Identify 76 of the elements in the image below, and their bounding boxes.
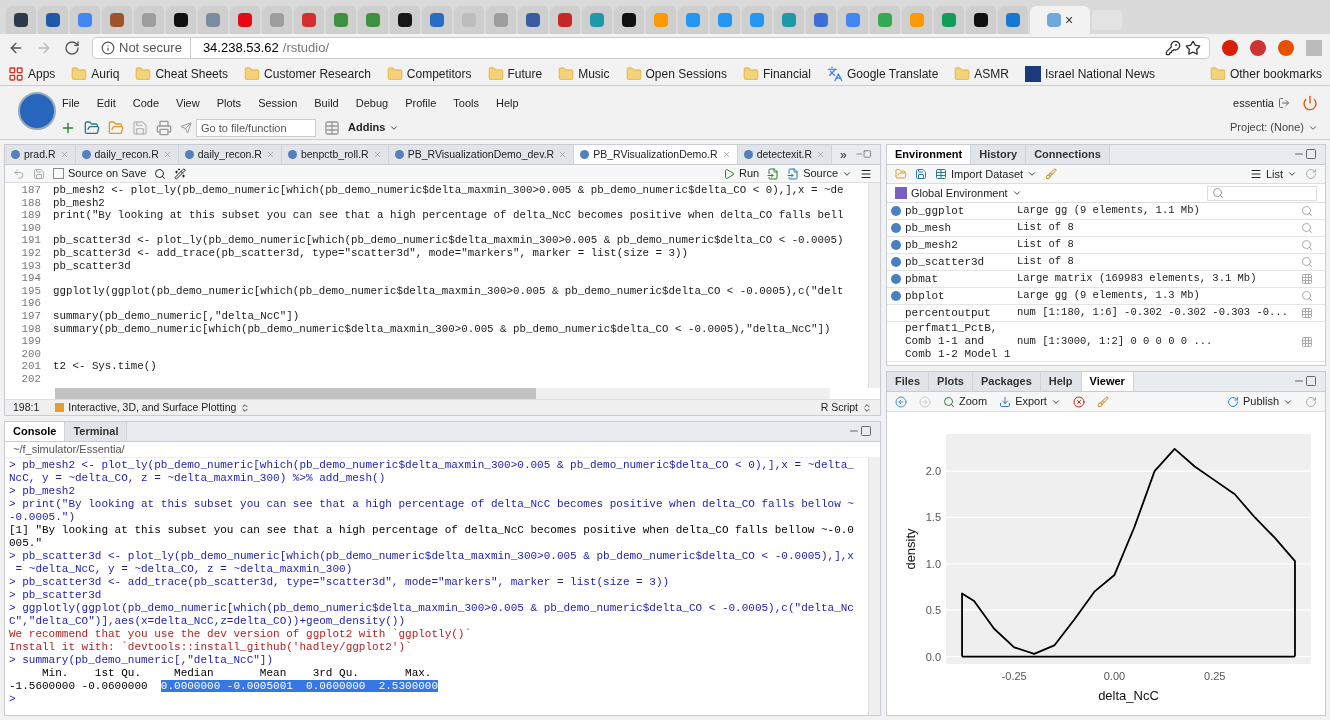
console-line: [1] "By looking at this subset you can see that a high percentage of delta_NcC becomes positive when delta_CO falls bellow ~-0.0 [9, 524, 855, 537]
security-label: Not secure [119, 38, 191, 58]
variable-name: pb_ggplot [905, 204, 965, 218]
y-axis-title: density [903, 527, 918, 570]
variable-name: perfmat1_PctB, Comb 1-1 and Comb 1-2 Model 1 [905, 322, 1012, 361]
line-number: 194 [20, 272, 42, 285]
y-tick-label: 0.5 [925, 603, 941, 616]
x-tick-label: -0.25 [1001, 669, 1027, 682]
console-line: 005." [9, 537, 43, 550]
cursor-position: 198:1 [13, 399, 40, 415]
console-line: > pb_mesh2 <- plot_ly(pb_demo_numeric[which(pb_demo_numeric$delta_maxmin_300>0.005 & pb_demo_numeric$delta_CO < 0),],x = ~delta_ [9, 459, 855, 472]
y-tick-label: 1.5 [925, 510, 941, 523]
console-line: = ~delta_NcC, y = ~delta_CO, z = ~delta_maxmin_300) [14, 563, 354, 576]
console-line: NcC, y = ~delta_CO, z = ~delta_maxmin_300) %>% add_mesh() [9, 472, 387, 485]
console-line: > pb_scatter3d <- add_trace(pb_scatter3d, type="scatter3d", mode="markers", marker = list(size = 3)) [9, 576, 671, 589]
line-number: 197 [20, 309, 42, 323]
y-tick-label: 1.0 [925, 557, 941, 570]
variable-value: List of 8 [1017, 254, 1075, 270]
console-line: > print("By looking at this subset you can see that a high percentage of delta_NcC becomes positive when delta_CO falls bellow ~ [9, 498, 855, 511]
console-line: > pb_scatter3d <- plot_ly(pb_demo_numeric[which(pb_demo_numeric$delta_maxmin_300>0.005 & pb_demo_numeric$delta_CO < -0.0005),],x [9, 550, 855, 563]
line-number: 189 [20, 209, 42, 222]
code-line: pb_mesh2 <- plot_ly(pb_demo_numeric[which(pb_demo_numeric$delta_maxmin_300>0.005 & pb_demo_numeric$delta_CO < 0),],x = ~de [53, 184, 844, 197]
variable-value: num [1:180, 1:6] -0.302 -0.302 -0.303 -0... [1017, 305, 1289, 321]
line-number: 198 [20, 322, 42, 336]
variable-value: Large gg (9 elements, 1.1 Mb) [1017, 203, 1201, 219]
console-line: We recommend that you use the dev version of ggplot2 with `ggplotly()` [9, 628, 473, 641]
code-line: pb_scatter3d <- plot_ly(pb_demo_numeric[which(pb_demo_numeric$delta_maxmin_300>0.005 & pb_demo_numeric$delta_CO < -0.0005) [53, 234, 844, 247]
console-line: -1.5600000 -0.0600000 0.0000000 -0.0005001 0.0600000 2.5300000 [9, 680, 440, 693]
variable-name: pb_scatter3d [905, 255, 985, 269]
line-number: 187 [20, 184, 42, 197]
x-tick-label: 0.00 [1103, 669, 1126, 682]
variable-name: pbplot [905, 289, 945, 303]
line-number: 188 [20, 196, 42, 210]
variable-name: pbmat [905, 272, 938, 286]
y-tick-label: 2.0 [925, 464, 941, 477]
console-line: > ggplotly(ggplot(pb_demo_numeric[which(pb_demo_numeric$delta_maxmin_300>0.005 & pb_demo_numeric$delta_CO < -0.0005),c("delta_Nc [9, 602, 855, 615]
line-number: 191 [20, 234, 42, 247]
y-tick-label: 0.0 [925, 650, 941, 663]
line-number: 192 [20, 246, 42, 260]
url-path: /rstudio/ [282, 39, 330, 58]
code-line: pb_scatter3d [53, 259, 131, 273]
line-number: 201 [20, 360, 42, 373]
code-line: ggplotly(ggplot(pb_demo_numeric[which(pb_demo_numeric$delta_maxmin_300>0.005 & pb_demo_numeric$delta_CO < -0.0005),c("delt [53, 284, 844, 298]
code-line: pb_mesh2 [53, 196, 105, 210]
url-host: 34.238.53.62 [201, 39, 279, 58]
variable-value: Large matrix (169983 elements, 3.1 Mb) [1017, 271, 1258, 287]
line-number: 195 [20, 284, 42, 298]
console-line: > pb_mesh2 [9, 485, 76, 498]
x-axis-title: delta_NcC [1098, 687, 1159, 703]
line-number: 200 [20, 347, 42, 361]
line-number: 199 [20, 335, 42, 348]
variable-name: percentoutput [905, 306, 991, 320]
console-line: Install it with: `devtools::install_github('hadley/ggplot2')` [9, 641, 413, 654]
code-line: summary(pb_demo_numeric[,"delta_NcC"]) [53, 309, 300, 323]
working-directory: ~/f_simulator/Essentia/ [13, 442, 125, 458]
console-line: > pb_scatter3d [9, 589, 103, 602]
console-line: > summary(pb_demo_numeric[,"delta_NcC"]) [9, 654, 275, 667]
code-line: summary(pb_demo_numeric[which(pb_demo_numeric$delta_maxmin_300>0.005 & pb_demo_numeric$delta_CO < -0.0005),"delta_NcC"]) [53, 322, 831, 336]
code-line: t2 <- Sys.time() [53, 360, 157, 373]
line-number: 190 [20, 221, 42, 235]
console-line: C","delta_CO")],aes(x=delta_NcC,z=delta_CO))+geom_density()) [9, 615, 407, 628]
variable-value: List of 8 [1017, 237, 1075, 253]
code-line: print("By looking at this subset you can see that a high percentage of delta_NcC becomes positive when delta_CO falls bell [53, 209, 844, 222]
variable-value: List of 8 [1017, 220, 1075, 236]
variable-name: pb_mesh [905, 221, 952, 235]
line-number: 202 [20, 372, 42, 386]
console-line: Min. 1st Qu. Median Mean 3rd Qu. Max. [41, 667, 433, 680]
user-name: essentia [1233, 95, 1274, 111]
line-number: 196 [20, 297, 42, 310]
console-line: -0.0005.") [9, 511, 76, 524]
x-tick-label: 0.25 [1204, 669, 1226, 682]
line-number: 193 [20, 259, 42, 273]
variable-value: Large gg (9 elements, 1.3 Mb) [1017, 288, 1201, 304]
code-line: pb_scatter3d <- add_trace(pb_scatter3d, type="scatter3d", mode="markers", marker = list(size = 3)) [53, 246, 688, 260]
variable-value: num [1:3000, 1:2] 0 0 0 0 0 ... [1017, 333, 1214, 349]
variable-name: pb_mesh2 [905, 238, 958, 252]
